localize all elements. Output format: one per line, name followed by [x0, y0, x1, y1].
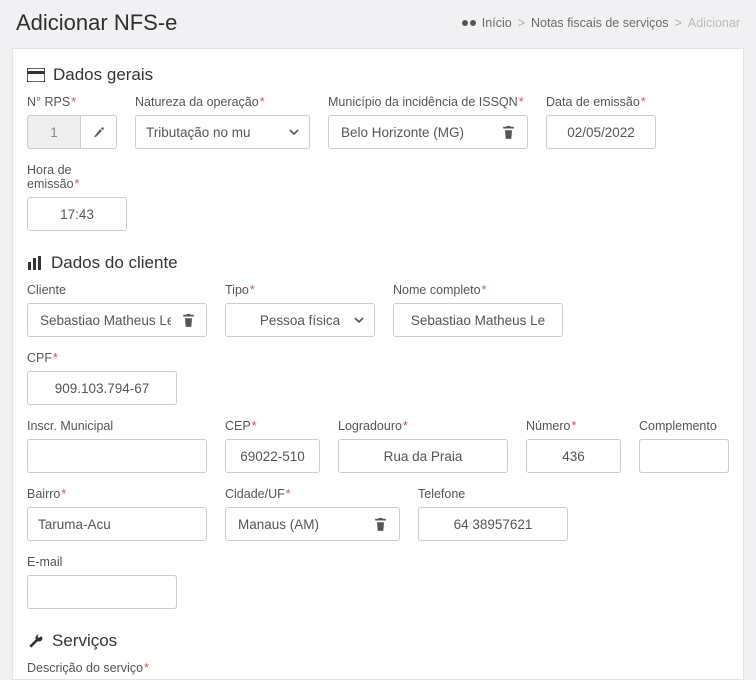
- rps-edit-button[interactable]: [81, 115, 117, 149]
- municipio-value: Belo Horizonte (MG): [341, 125, 464, 140]
- breadcrumb-sep: >: [675, 16, 682, 30]
- numero-label: Número: [526, 419, 621, 433]
- section-services: Serviços: [27, 623, 729, 661]
- breadcrumb-current: Adicionar: [688, 16, 740, 30]
- cep-input[interactable]: 69022-510: [225, 439, 320, 473]
- section-services-label: Serviços: [52, 631, 117, 651]
- inscr-input[interactable]: [27, 439, 207, 473]
- municipio-clear-button[interactable]: [497, 121, 519, 143]
- trash-icon: [502, 125, 515, 139]
- email-input[interactable]: [27, 575, 177, 609]
- telefone-label: Telefone: [418, 487, 568, 501]
- nome-label: Nome completo: [393, 283, 563, 297]
- nome-input[interactable]: Sebastiao Matheus Le: [393, 303, 563, 337]
- section-client-label: Dados do cliente: [51, 253, 178, 273]
- tipo-label: Tipo: [225, 283, 375, 297]
- cidade-label: Cidade/UF: [225, 487, 400, 501]
- wrench-icon: [27, 633, 44, 650]
- numero-input[interactable]: 436: [526, 439, 621, 473]
- cidade-input[interactable]: Manaus (AM): [225, 507, 400, 541]
- cliente-label: Cliente: [27, 283, 207, 297]
- bairro-label: Bairro: [27, 487, 207, 501]
- breadcrumb: Início > Notas fiscais de serviços > Adi…: [462, 16, 740, 30]
- logradouro-label: Logradouro: [338, 419, 508, 433]
- cliente-value: Sebastiao Matheus Lean: [40, 313, 171, 328]
- telefone-input[interactable]: 64 38957621: [418, 507, 568, 541]
- natureza-value: Tributação no mu: [146, 125, 251, 140]
- breadcrumb-mid[interactable]: Notas fiscais de serviços: [531, 16, 669, 30]
- trash-icon: [182, 313, 195, 327]
- descricao-label: Descrição do serviço: [27, 661, 729, 675]
- natureza-label: Natureza da operação: [135, 95, 310, 109]
- dashboard-icon: [462, 17, 476, 29]
- section-general: Dados gerais: [27, 57, 729, 95]
- email-label: E-mail: [27, 555, 177, 569]
- section-general-label: Dados gerais: [53, 65, 153, 85]
- hora-input[interactable]: 17:43: [27, 197, 127, 231]
- page-title: Adicionar NFS-e: [16, 10, 177, 36]
- breadcrumb-sep: >: [518, 16, 525, 30]
- tipo-value: Pessoa física: [236, 313, 364, 328]
- logradouro-input[interactable]: Rua da Praia: [338, 439, 508, 473]
- cliente-clear-button[interactable]: [179, 309, 198, 331]
- complemento-label: Complemento: [639, 419, 729, 433]
- rps-label: N° RPS: [27, 95, 117, 109]
- cliente-input[interactable]: Sebastiao Matheus Lean: [27, 303, 207, 337]
- rps-input: 1: [27, 115, 81, 149]
- chevron-down-icon: [289, 129, 299, 135]
- trash-icon: [374, 517, 387, 531]
- municipio-label: Município da incidência de ISSQN: [328, 95, 528, 109]
- card-icon: [27, 68, 45, 82]
- cidade-value: Manaus (AM): [238, 517, 319, 532]
- pencil-icon: [92, 126, 105, 139]
- breadcrumb-home[interactable]: Início: [482, 16, 512, 30]
- data-input[interactable]: 02/05/2022: [546, 115, 656, 149]
- cidade-clear-button[interactable]: [369, 513, 391, 535]
- municipio-input[interactable]: Belo Horizonte (MG): [328, 115, 528, 149]
- bars-icon: [27, 256, 43, 270]
- tipo-select[interactable]: Pessoa física: [225, 303, 375, 337]
- hora-label: Hora de emissão: [27, 163, 127, 191]
- complemento-input[interactable]: [639, 439, 729, 473]
- cep-label: CEP: [225, 419, 320, 433]
- section-client: Dados do cliente: [27, 245, 729, 283]
- natureza-select[interactable]: Tributação no mu: [135, 115, 310, 149]
- cpf-input[interactable]: 909.103.794-67: [27, 371, 177, 405]
- data-label: Data de emissão: [546, 95, 656, 109]
- bairro-input[interactable]: Taruma-Acu: [27, 507, 207, 541]
- inscr-label: Inscr. Municipal: [27, 419, 207, 433]
- form-panel: Dados gerais N° RPS 1 Natureza da operaç…: [12, 48, 744, 680]
- cpf-label: CPF: [27, 351, 177, 365]
